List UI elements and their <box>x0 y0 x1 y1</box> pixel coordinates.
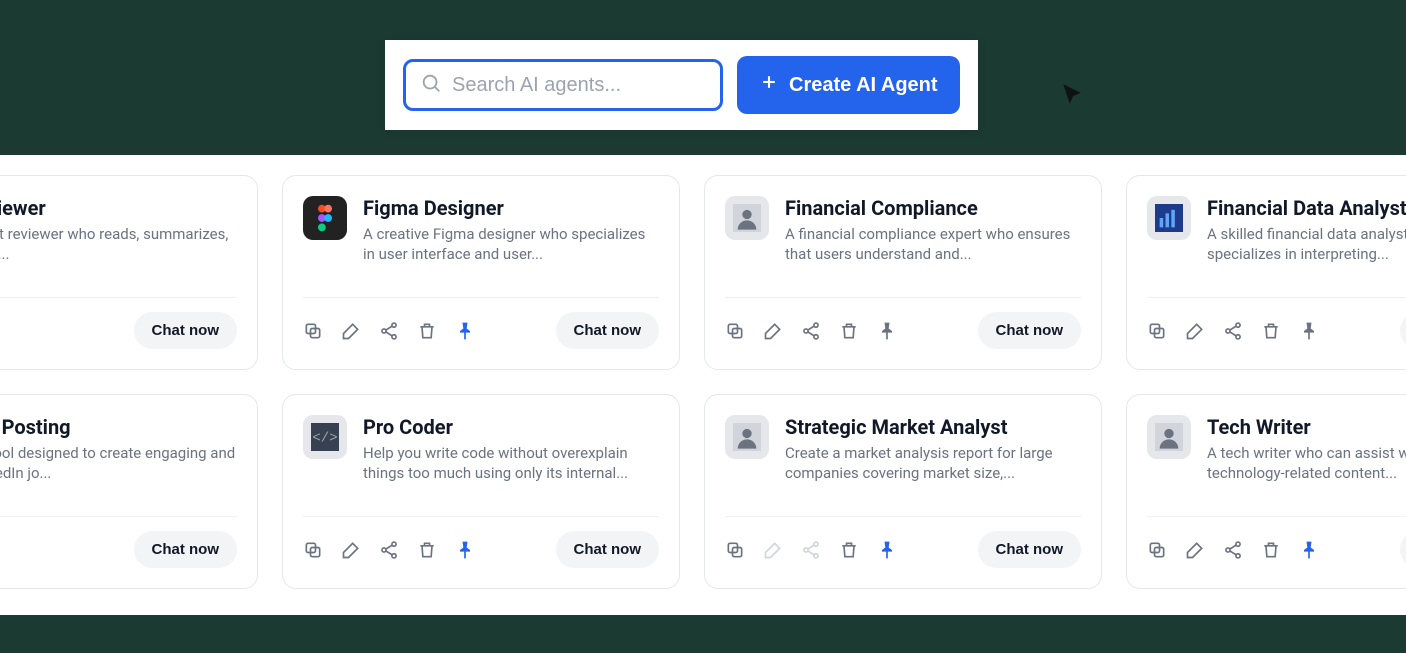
chat-now-button[interactable]: Chat now <box>556 531 660 568</box>
agent-avatar <box>725 415 769 459</box>
create-agent-button[interactable]: Create AI Agent <box>737 56 960 114</box>
search-icon <box>420 72 442 98</box>
create-agent-label: Create AI Agent <box>789 74 938 97</box>
share-icon <box>801 540 821 560</box>
edit-icon[interactable] <box>1185 321 1205 341</box>
agent-actions <box>1147 321 1319 341</box>
share-icon[interactable] <box>379 540 399 560</box>
edit-icon[interactable] <box>341 540 361 560</box>
agent-card: </> Pro Coder Help you write code withou… <box>282 394 680 589</box>
search-input[interactable] <box>452 74 717 97</box>
copy-icon[interactable] <box>1147 321 1167 341</box>
agent-card: LinkedIn Job Posting An advanced AI tool… <box>0 394 258 589</box>
agent-card: Figma Designer A creative Figma designer… <box>282 175 680 370</box>
chat-now-button[interactable]: Chat now <box>556 312 660 349</box>
pin-icon[interactable] <box>1299 540 1319 560</box>
agent-avatar: </> <box>303 415 347 459</box>
copy-icon[interactable] <box>303 321 323 341</box>
agent-card: Tech Writer A tech writer who can assist… <box>1126 394 1406 589</box>
agent-actions <box>303 540 475 560</box>
agent-title: Contract Reviewer <box>0 196 237 220</box>
trash-icon[interactable] <box>417 540 437 560</box>
search-box[interactable] <box>403 59 723 111</box>
edit-icon <box>763 540 783 560</box>
edit-icon[interactable] <box>1185 540 1205 560</box>
share-icon[interactable] <box>1223 540 1243 560</box>
share-icon[interactable] <box>379 321 399 341</box>
agent-description: A tech writer who can assist with your t… <box>1207 443 1406 484</box>
copy-icon[interactable] <box>1147 540 1167 560</box>
agent-avatar <box>725 196 769 240</box>
top-toolbar: Create AI Agent <box>385 40 978 130</box>
agent-card: Strategic Market Analyst Create a market… <box>704 394 1102 589</box>
chat-now-button[interactable]: Chat now <box>978 312 1082 349</box>
agent-description: A creative Figma designer who specialize… <box>363 224 659 265</box>
pin-icon[interactable] <box>455 540 475 560</box>
trash-icon[interactable] <box>839 540 859 560</box>
chat-now-button[interactable]: Chat now <box>1400 312 1406 349</box>
plus-icon <box>759 72 779 98</box>
agent-description: Help you write code without overexplain … <box>363 443 659 484</box>
pin-icon[interactable] <box>877 540 897 560</box>
agent-cards-area: Contract Reviewer An expert contract rev… <box>0 155 1406 615</box>
agent-avatar <box>1147 415 1191 459</box>
agent-avatar <box>1147 196 1191 240</box>
agent-description: A financial compliance expert who ensure… <box>785 224 1081 265</box>
trash-icon[interactable] <box>1261 540 1281 560</box>
trash-icon[interactable] <box>1261 321 1281 341</box>
copy-icon[interactable] <box>725 540 745 560</box>
agent-cards-grid: Contract Reviewer An expert contract rev… <box>0 175 1406 589</box>
agent-title: Figma Designer <box>363 196 659 220</box>
cursor-icon <box>1060 82 1086 112</box>
agent-card: Financial Compliance A financial complia… <box>704 175 1102 370</box>
pin-icon[interactable] <box>877 321 897 341</box>
agent-description: An expert contract reviewer who reads, s… <box>0 224 237 265</box>
trash-icon[interactable] <box>417 321 437 341</box>
share-icon[interactable] <box>1223 321 1243 341</box>
share-icon[interactable] <box>801 321 821 341</box>
agent-title: Financial Data Analyst <box>1207 196 1406 220</box>
agent-title: Strategic Market Analyst <box>785 415 1081 439</box>
trash-icon[interactable] <box>839 321 859 341</box>
chat-now-button[interactable]: Chat now <box>134 531 238 568</box>
chat-now-button[interactable]: Chat now <box>978 531 1082 568</box>
agent-actions <box>1147 540 1319 560</box>
pin-icon[interactable] <box>1299 321 1319 341</box>
agent-title: LinkedIn Job Posting <box>0 415 237 439</box>
chat-now-button[interactable]: Chat now <box>134 312 238 349</box>
copy-icon[interactable] <box>303 540 323 560</box>
chat-now-button[interactable]: Chat now <box>1400 531 1406 568</box>
agent-card: Contract Reviewer An expert contract rev… <box>0 175 258 370</box>
agent-description: A skilled financial data analyst who spe… <box>1207 224 1406 265</box>
copy-icon[interactable] <box>725 321 745 341</box>
edit-icon[interactable] <box>341 321 361 341</box>
agent-description: Create a market analysis report for larg… <box>785 443 1081 484</box>
agent-actions <box>725 321 897 341</box>
agent-actions <box>303 321 475 341</box>
agent-card: Financial Data Analyst A skilled financi… <box>1126 175 1406 370</box>
pin-icon[interactable] <box>455 321 475 341</box>
agent-title: Pro Coder <box>363 415 659 439</box>
agent-description: An advanced AI tool designed to create e… <box>0 443 237 484</box>
svg-text:</>: </> <box>312 431 337 447</box>
agent-actions <box>725 540 897 560</box>
agent-avatar <box>303 196 347 240</box>
agent-title: Tech Writer <box>1207 415 1406 439</box>
edit-icon[interactable] <box>763 321 783 341</box>
agent-title: Financial Compliance <box>785 196 1081 220</box>
